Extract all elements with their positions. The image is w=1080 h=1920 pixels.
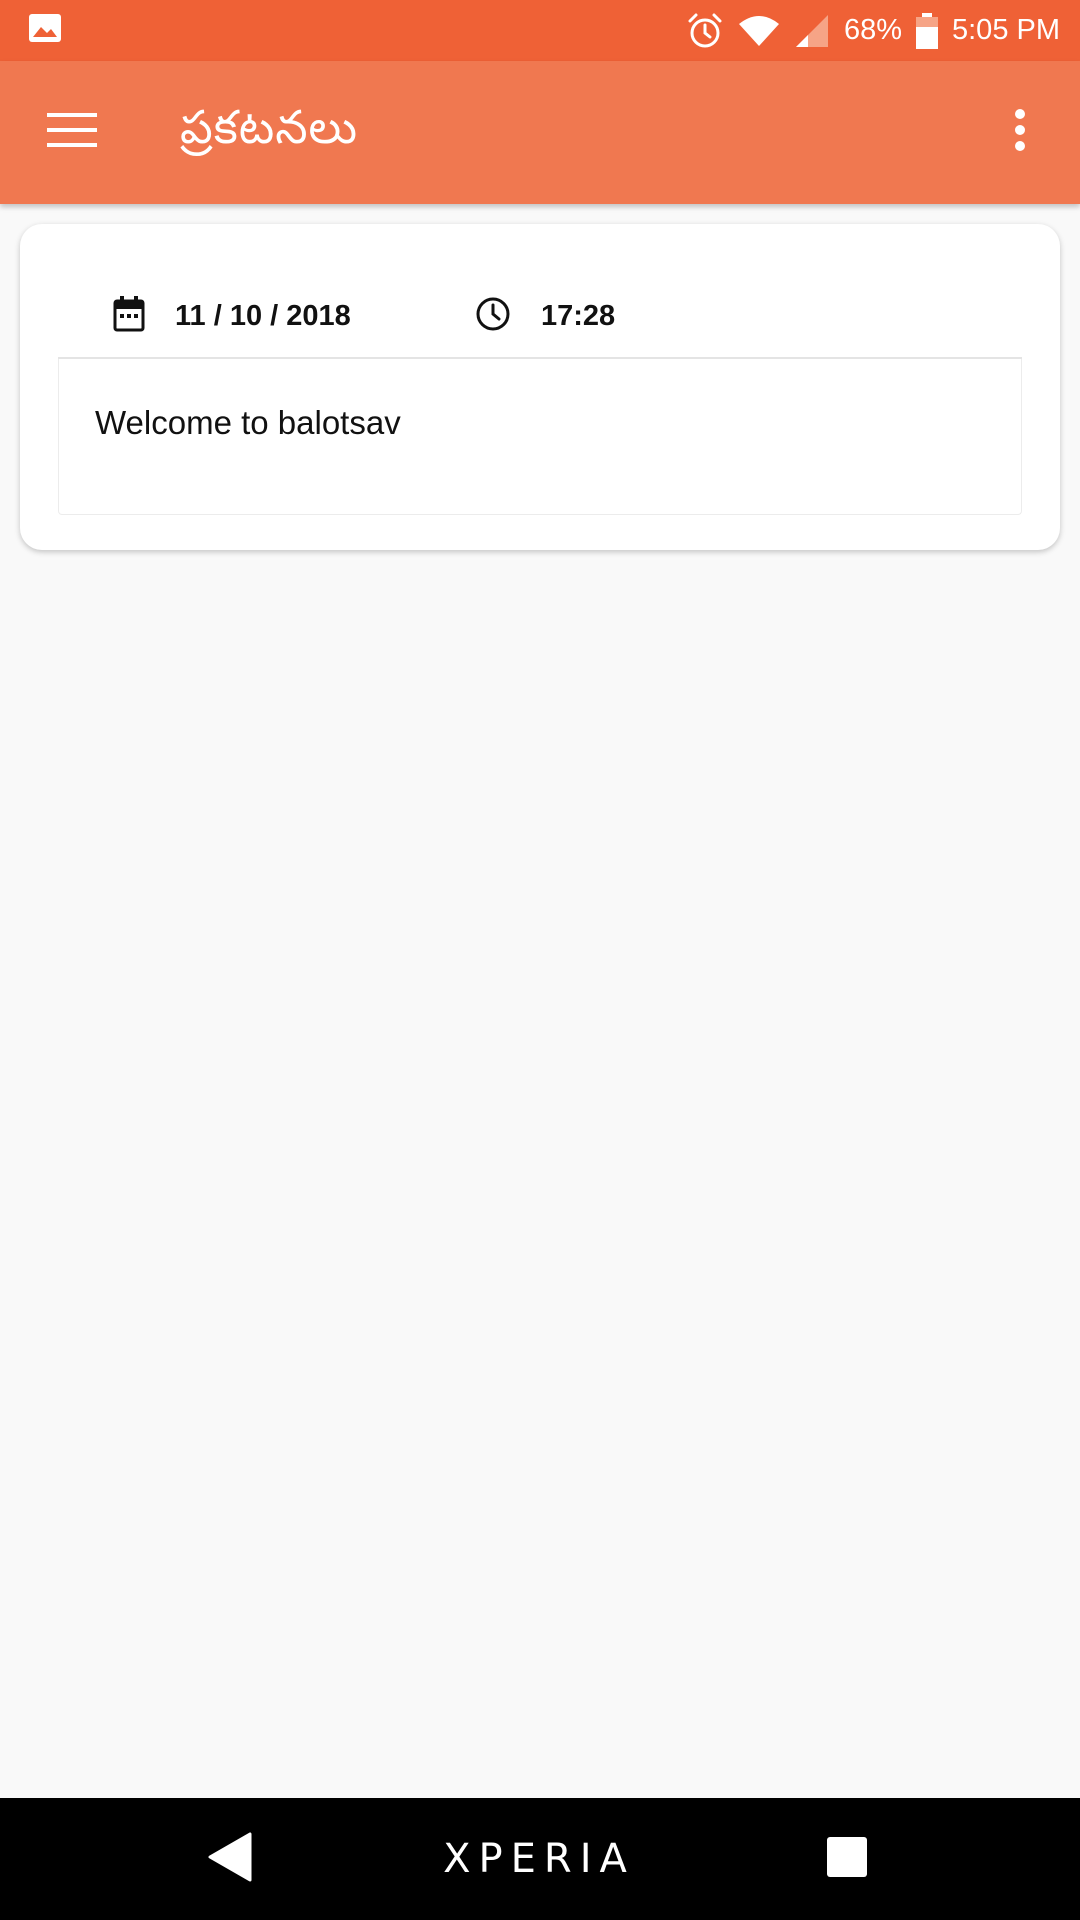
alarm-icon — [686, 12, 724, 50]
menu-button[interactable] — [36, 97, 108, 169]
calendar-icon — [113, 295, 145, 337]
announcement-time: 17:28 — [475, 296, 615, 337]
image-icon — [28, 13, 62, 48]
back-icon[interactable] — [208, 1832, 252, 1887]
brand-logo: XPERIA — [443, 1836, 635, 1882]
signal-icon — [794, 13, 830, 49]
app-bar: ప్రకటనలు — [0, 61, 1080, 204]
date-label: 11 / 10 / 2018 — [175, 299, 351, 332]
hamburger-menu-icon — [47, 113, 97, 152]
recents-icon[interactable] — [826, 1836, 868, 1883]
battery-level: 68% — [843, 14, 902, 46]
announcement-date: 11 / 10 / 2018 — [113, 295, 351, 337]
announcements-list: 11 / 10 / 2018 17:28 Welcome to balotsav — [0, 204, 1080, 1798]
page-title: ప్రకటనలు — [180, 99, 359, 154]
clock-time: 5:05 PM — [952, 14, 1060, 46]
wifi-icon — [738, 14, 780, 48]
more-vert-icon — [1014, 109, 1026, 156]
overflow-menu-button[interactable] — [996, 97, 1044, 169]
battery-icon — [916, 12, 938, 49]
time-label: 17:28 — [541, 299, 616, 332]
clock-icon — [475, 296, 511, 337]
status-bar: 68% 5:05 PM — [0, 0, 1080, 61]
system-nav-bar: XPERIA — [0, 1798, 1080, 1920]
announcement-card[interactable]: 11 / 10 / 2018 17:28 Welcome to balotsav — [20, 224, 1060, 550]
announcement-message: Welcome to balotsav — [95, 404, 401, 441]
announcement-meta: 11 / 10 / 2018 17:28 — [113, 286, 963, 346]
